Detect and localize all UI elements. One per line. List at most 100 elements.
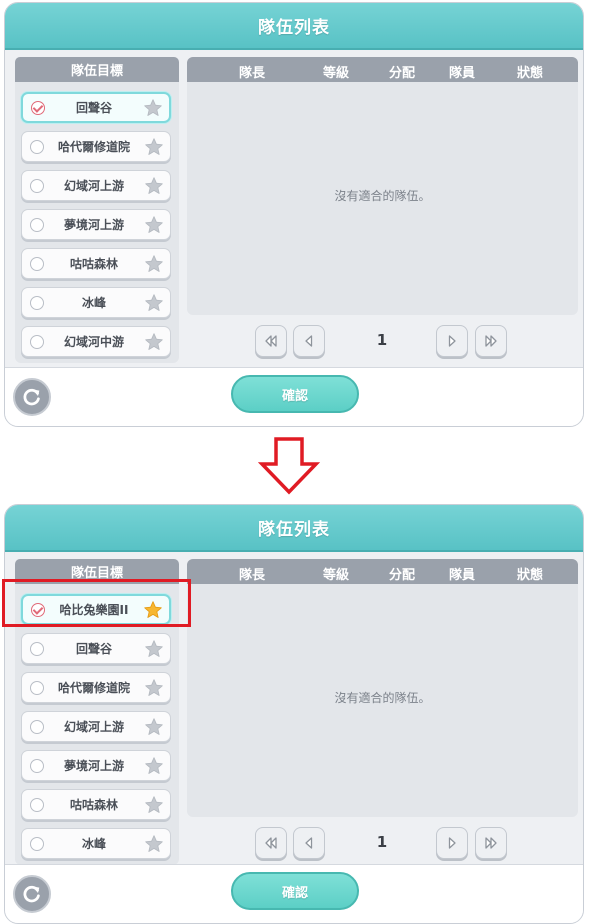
target-item-label: 夢境河上游 (63, 759, 124, 773)
prev-page-icon (305, 837, 313, 849)
target-item[interactable]: 回聲谷 (21, 92, 171, 123)
next-page-icon (448, 837, 456, 849)
target-item-label: 冰峰 (81, 296, 106, 310)
radio-icon (30, 217, 44, 232)
column-status: 狀態 (517, 66, 544, 81)
page-number: 1 (376, 331, 388, 349)
star-icon[interactable] (144, 332, 164, 352)
star-icon[interactable] (144, 254, 164, 274)
star-icon[interactable] (144, 293, 164, 313)
team-table-header: 隊長 等級 分配 隊員 狀態 (187, 559, 578, 584)
column-leader: 隊長 (239, 568, 266, 583)
target-item[interactable]: 夢境河上游 (21, 750, 171, 781)
prev-page-icon (305, 335, 313, 347)
column-distribution: 分配 (389, 568, 416, 583)
first-page-icon (265, 837, 277, 849)
next-page-button[interactable] (436, 827, 468, 859)
page-number: 1 (376, 833, 388, 851)
window-title: 隊伍列表 (5, 505, 583, 552)
target-item-label: 哈代爾修道院 (57, 681, 130, 695)
target-item-label: 回聲谷 (75, 642, 112, 656)
footer-bar: 確認 (5, 367, 583, 426)
star-icon[interactable] (144, 215, 164, 235)
target-item-label: 咕咕森林 (69, 798, 118, 812)
team-table-header: 隊長 等級 分配 隊員 狀態 (187, 57, 578, 82)
first-page-icon (265, 335, 277, 347)
target-item-label: 夢境河上游 (63, 218, 124, 232)
target-item[interactable]: 夢境河上游 (21, 209, 171, 240)
refresh-button[interactable] (13, 378, 51, 416)
target-list-header: 隊伍目標 (15, 57, 179, 82)
target-item[interactable]: 幻域河上游 (21, 711, 171, 742)
next-page-button[interactable] (436, 325, 468, 357)
target-item-label: 咕咕森林 (69, 257, 118, 271)
prev-page-button[interactable] (293, 325, 325, 357)
target-item[interactable]: 哈代爾修道院 (21, 672, 171, 703)
prev-page-button[interactable] (293, 827, 325, 859)
target-item-label: 幻域河上游 (63, 179, 124, 193)
column-level: 等級 (323, 568, 350, 583)
radio-icon (30, 295, 44, 310)
empty-message: 沒有適合的隊伍。 (334, 691, 431, 705)
star-icon[interactable] (144, 678, 164, 698)
highlight-box (2, 579, 191, 627)
team-list-window-after: 隊伍列表 隊伍目標 哈比兔樂園II 回聲谷 哈代爾修道院 幻域河上游 夢境河上游 咕咕森林… (4, 504, 584, 924)
first-page-button[interactable] (255, 827, 287, 859)
star-icon[interactable] (144, 176, 164, 196)
first-page-button[interactable] (255, 325, 287, 357)
target-item[interactable]: 幻域河中游 (21, 326, 171, 357)
refresh-icon (23, 885, 40, 903)
empty-message: 沒有適合的隊伍。 (334, 189, 431, 203)
column-members: 隊員 (449, 568, 476, 583)
last-page-icon (485, 335, 497, 347)
target-item-label: 幻域河上游 (63, 720, 124, 734)
target-item[interactable]: 回聲谷 (21, 633, 171, 664)
star-icon[interactable] (144, 137, 164, 157)
confirm-button[interactable]: 確認 (231, 375, 359, 413)
radio-icon (30, 836, 44, 851)
column-status: 狀態 (517, 568, 544, 583)
radio-icon (30, 139, 44, 154)
team-table: 隊長 等級 分配 隊員 狀態 沒有適合的隊伍。 (187, 559, 578, 817)
target-list: 隊伍目標 回聲谷哈代爾修道院 幻域河上游夢境河上游咕咕森林冰峰幻域河中游 (15, 57, 179, 363)
next-page-icon (448, 335, 456, 347)
target-item-label: 幻域河中游 (63, 335, 124, 349)
confirm-button[interactable]: 確認 (231, 872, 359, 910)
star-icon[interactable] (144, 834, 164, 854)
team-table: 隊長 等級 分配 隊員 狀態 沒有適合的隊伍。 (187, 57, 578, 315)
radio-icon (30, 256, 44, 271)
footer-bar: 確認 (5, 864, 583, 923)
target-item[interactable]: 冰峰 (21, 287, 171, 318)
window-title: 隊伍列表 (5, 3, 583, 50)
star-icon[interactable] (144, 639, 164, 659)
radio-icon (30, 719, 44, 734)
target-item[interactable]: 幻域河上游 (21, 170, 171, 201)
radio-icon (30, 334, 44, 349)
radio-icon (30, 641, 44, 656)
radio-icon (30, 680, 44, 695)
target-item-label: 回聲谷 (75, 101, 112, 115)
target-item-label: 哈代爾修道院 (57, 140, 130, 154)
column-members: 隊員 (449, 66, 476, 81)
radio-icon (30, 178, 44, 193)
star-icon[interactable] (144, 795, 164, 815)
target-item[interactable]: 哈代爾修道院 (21, 131, 171, 162)
radio-icon (30, 797, 44, 812)
check-icon (31, 100, 45, 115)
star-icon[interactable] (143, 98, 163, 118)
refresh-icon (23, 388, 40, 406)
star-icon[interactable] (144, 717, 164, 737)
star-icon[interactable] (144, 756, 164, 776)
refresh-button[interactable] (13, 875, 51, 913)
team-list-window-before: 隊伍列表 隊伍目標 回聲谷哈代爾修道院 幻域河上游夢境河上游咕咕森林冰峰幻域河中游… (4, 2, 584, 427)
column-level: 等級 (323, 66, 350, 81)
target-item[interactable]: 冰峰 (21, 828, 171, 859)
target-item[interactable]: 咕咕森林 (21, 789, 171, 820)
last-page-icon (485, 837, 497, 849)
column-leader: 隊長 (239, 66, 266, 81)
down-arrow-icon (258, 437, 320, 495)
last-page-button[interactable] (475, 325, 507, 357)
target-item[interactable]: 咕咕森林 (21, 248, 171, 279)
last-page-button[interactable] (475, 827, 507, 859)
target-item-label: 冰峰 (81, 837, 106, 851)
